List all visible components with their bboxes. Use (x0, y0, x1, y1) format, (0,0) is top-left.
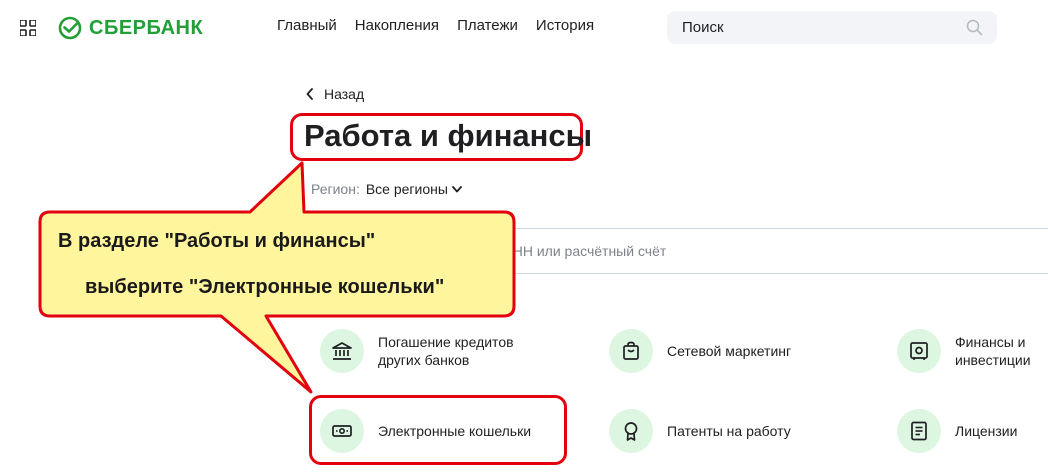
nav-item-savings[interactable]: Накопления (355, 17, 439, 34)
chevron-left-icon (306, 88, 313, 100)
back-label: Назад (324, 86, 365, 102)
sber-logo-icon (58, 16, 82, 40)
category-tile-network-marketing[interactable]: Сетевой маркетинг (609, 329, 791, 373)
category-label: Патенты на работу (667, 423, 791, 439)
search-input[interactable] (667, 11, 972, 44)
category-tile-work-patents[interactable]: Патенты на работу (609, 409, 791, 453)
category-label: Электронные кошельки (378, 423, 532, 439)
category-icon-circle (320, 409, 364, 453)
document-icon (911, 421, 927, 441)
page-title: Работа и финансы (304, 118, 593, 153)
category-icon-circle (609, 329, 653, 373)
category-icon-circle (897, 409, 941, 453)
category-label: Сетевой маркетинг (667, 343, 792, 359)
nav-item-payments[interactable]: Платежи (457, 17, 518, 34)
category-icon-circle (320, 329, 364, 373)
category-label: Лицензии (955, 423, 1018, 439)
apps-grid-icon[interactable] (20, 20, 36, 36)
callout-text-line2: выберите "Электронные кошельки" (85, 276, 445, 298)
shopping-bag-icon (623, 341, 639, 360)
category-label: Финансы и инвестиции (955, 334, 1031, 368)
sberbank-logo[interactable]: СБЕРБАНК (58, 15, 203, 41)
search-icon[interactable] (966, 19, 983, 36)
global-search (667, 11, 997, 44)
category-icon-circle (897, 329, 941, 373)
main-nav: Главный Накопления Платежи История (277, 17, 594, 34)
category-tile-finance-investments[interactable]: Финансы и инвестиции (897, 329, 1048, 373)
safe-icon (910, 342, 928, 360)
nav-item-history[interactable]: История (536, 17, 594, 34)
brand-name: СБЕРБАНК (89, 16, 204, 39)
back-link[interactable]: Назад (306, 86, 364, 102)
callout-text-line1: В разделе "Работы и финансы" (58, 230, 376, 252)
category-icon-circle (609, 409, 653, 453)
category-tile-e-wallets[interactable]: Электронные кошельки (320, 409, 531, 453)
nav-item-main[interactable]: Главный (277, 17, 337, 34)
bank-icon (332, 342, 352, 360)
award-icon (624, 422, 638, 441)
category-tile-loan-repayment[interactable]: Погашение кредитов других банков (320, 329, 514, 373)
category-label: Погашение кредитов других банков (378, 334, 514, 368)
category-tile-licenses[interactable]: Лицензии (897, 409, 1017, 453)
wallet-icon (332, 425, 352, 437)
